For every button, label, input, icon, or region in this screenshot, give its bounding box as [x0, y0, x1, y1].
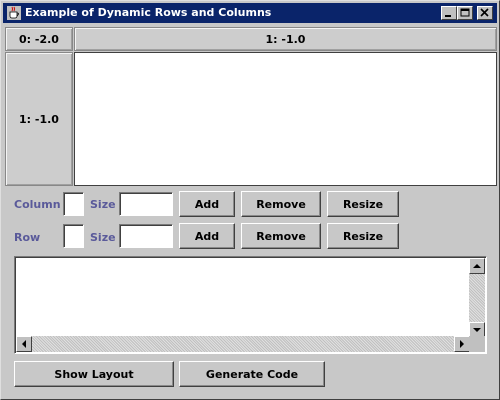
title-bar[interactable]: Example of Dynamic Rows and Columns	[3, 3, 497, 23]
minimize-icon	[445, 15, 451, 17]
horizontal-scrollbar[interactable]	[16, 336, 470, 352]
grid-corner-header[interactable]: 0: -2.0	[5, 27, 73, 51]
column-size-label: Size	[90, 198, 116, 211]
resize-row-button[interactable]: Resize	[327, 223, 399, 249]
add-row-button[interactable]: Add	[179, 223, 235, 249]
remove-column-button[interactable]: Remove	[241, 191, 321, 217]
row-label: Row	[14, 231, 41, 244]
scroll-left-button[interactable]	[16, 336, 32, 352]
window-title: Example of Dynamic Rows and Columns	[25, 6, 272, 19]
scroll-up-button[interactable]	[469, 258, 485, 274]
column-header[interactable]: 1: -1.0	[74, 27, 497, 51]
minimize-button[interactable]	[441, 6, 457, 20]
close-button[interactable]	[477, 6, 493, 20]
row-header[interactable]: 1: -1.0	[5, 52, 73, 186]
show-layout-button[interactable]: Show Layout	[14, 361, 174, 387]
layout-cell-area[interactable]	[74, 52, 497, 186]
scroll-up-icon	[473, 264, 481, 268]
remove-row-button[interactable]: Remove	[241, 223, 321, 249]
vertical-scrollbar[interactable]	[469, 258, 485, 338]
maximize-icon	[460, 8, 470, 17]
scroll-right-button[interactable]	[454, 336, 470, 352]
maximize-button[interactable]	[457, 6, 473, 20]
row-size-field[interactable]	[119, 224, 173, 248]
column-size-field[interactable]	[119, 192, 173, 216]
scrollbar-corner	[469, 336, 485, 352]
app-window: Example of Dynamic Rows and Columns 0: -…	[0, 0, 500, 400]
scroll-left-icon	[22, 340, 26, 348]
resize-column-button[interactable]: Resize	[327, 191, 399, 217]
column-index-field[interactable]	[63, 192, 84, 216]
scroll-right-icon	[460, 340, 464, 348]
column-label: Column	[14, 198, 61, 211]
row-index-field[interactable]	[63, 224, 84, 248]
generate-code-button[interactable]: Generate Code	[179, 361, 325, 387]
java-cup-icon	[7, 6, 21, 20]
scroll-down-icon	[473, 328, 481, 332]
add-column-button[interactable]: Add	[179, 191, 235, 217]
output-text-area[interactable]	[14, 256, 487, 354]
row-size-label: Size	[90, 231, 116, 244]
close-icon	[480, 8, 489, 17]
